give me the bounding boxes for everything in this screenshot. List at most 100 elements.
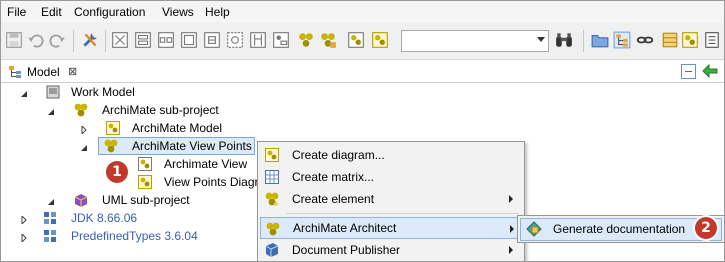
archimate-project-icon [73, 102, 89, 118]
menu-item-generate-documentation[interactable]: Generate documentation [520, 218, 722, 241]
view-tab-bar: Model ⊠ [1, 60, 724, 83]
archimate-tool-icon[interactable] [297, 31, 315, 49]
tree-node-label: Work Model [71, 85, 135, 99]
menu-item-document-publisher[interactable]: Document Publisher [260, 239, 521, 261]
generate-documentation-icon [526, 221, 542, 237]
minimize-icon[interactable] [681, 64, 696, 79]
uml-project-icon [73, 192, 89, 208]
table-tool-icon[interactable] [203, 31, 221, 49]
collapsed-triangle-icon[interactable] [20, 231, 28, 244]
tree-node-work-model[interactable]: Work Model [1, 83, 301, 101]
archimate-architect-icon [265, 221, 281, 237]
document-icon[interactable] [703, 31, 721, 49]
tree-node-label: ArchiMate View Points [132, 139, 252, 153]
tree-node-label: JDK 8.66.06 [71, 211, 138, 225]
component-tool-icon[interactable] [180, 31, 198, 49]
create-diagram-icon [264, 147, 280, 163]
tree-node-archimate-model[interactable]: ArchiMate Model [1, 119, 301, 137]
menu-item-label: Create matrix... [292, 170, 375, 184]
menu-help[interactable]: Help [205, 5, 230, 19]
menu-separator [286, 213, 519, 214]
sequence-tool-icon[interactable] [249, 31, 267, 49]
tree-node-archimate-subproject[interactable]: ArchiMate sub-project [1, 101, 301, 119]
class-tool-icon[interactable] [134, 31, 152, 49]
chevron-down-icon[interactable] [537, 37, 545, 42]
toolbar [1, 23, 724, 60]
work-model-icon [45, 84, 61, 100]
model-tree-icon [7, 64, 23, 80]
menu-file[interactable]: File [7, 5, 26, 19]
back-arrow-icon[interactable] [701, 63, 719, 79]
document-publisher-icon [264, 242, 280, 258]
menu-item-archimate-architect[interactable]: ArchiMate Architect [260, 217, 523, 239]
library-icon [42, 228, 58, 244]
tree-node-label: Archimate View [164, 157, 248, 171]
archimate-element-tool-icon[interactable] [319, 31, 337, 49]
tree-node-jdk[interactable]: JDK 8.66.06 [1, 209, 251, 227]
library-icon [42, 210, 58, 226]
archimate-view-icon [137, 156, 153, 172]
menu-item-create-element[interactable]: Create element [260, 188, 521, 210]
menu-edit[interactable]: Edit [41, 5, 62, 19]
collapsed-triangle-icon[interactable] [80, 123, 88, 136]
tree-node-label: UML sub-project [102, 193, 190, 207]
step-badge-1: 1 [106, 161, 128, 183]
search-combo[interactable] [401, 30, 549, 52]
tree-node-viewpoints-diagram[interactable]: View Points Diagr [1, 173, 259, 191]
tree-node-predefined-types[interactable]: PredefinedTypes 3.6.04 [1, 227, 251, 245]
menu-bar: File Edit Configuration Views Help [1, 1, 724, 23]
binoculars-icon[interactable] [555, 31, 573, 49]
archimate-model-icon [105, 120, 121, 136]
folder-icon[interactable] [591, 31, 609, 49]
menu-item-create-matrix[interactable]: Create matrix... [260, 166, 521, 188]
expanded-triangle-icon[interactable] [80, 141, 88, 151]
step-badge-2: 2 [695, 217, 717, 239]
archimate-viewpoints-icon [103, 138, 119, 154]
class-diagram-icon[interactable] [661, 31, 679, 49]
tree-node-label: View Points Diagr [164, 175, 259, 189]
tree-node-label: PredefinedTypes 3.6.04 [71, 229, 198, 243]
menu-item-label: Create diagram... [292, 148, 385, 162]
diagram-tool-icon[interactable] [111, 31, 129, 49]
menu-item-label: Document Publisher [292, 243, 401, 257]
package-tool-icon[interactable] [157, 31, 175, 49]
close-icon[interactable]: ⊠ [68, 65, 77, 78]
tools-icon[interactable] [81, 31, 99, 49]
matrix-tool-icon[interactable] [371, 31, 389, 49]
tree-node-label: ArchiMate sub-project [102, 103, 219, 117]
archimate-architect-submenu: Generate documentation [517, 215, 724, 243]
expanded-triangle-icon[interactable] [20, 87, 28, 97]
toolbar-separator [105, 30, 106, 52]
menu-views[interactable]: Views [162, 5, 194, 19]
menu-item-create-diagram[interactable]: Create diagram... [260, 144, 521, 166]
menu-configuration[interactable]: Configuration [74, 5, 145, 19]
save-icon[interactable] [5, 31, 23, 49]
submenu-arrow-icon [509, 195, 513, 203]
expanded-triangle-icon[interactable] [47, 195, 55, 205]
tree-node-uml-subproject[interactable]: UML sub-project [1, 191, 251, 209]
hierarchy-icon[interactable] [613, 31, 631, 49]
tab-model[interactable]: Model ⊠ [3, 62, 77, 82]
viewpoints-diagram-icon [137, 174, 153, 190]
chain-icon[interactable] [636, 31, 654, 49]
archimate-diagram-icon[interactable] [681, 31, 699, 49]
toolbar-separator [73, 30, 74, 52]
state-tool-icon[interactable] [226, 31, 244, 49]
create-element-icon [264, 191, 280, 207]
menu-item-label: Create element [292, 192, 375, 206]
view-tool-icon[interactable] [347, 31, 365, 49]
expanded-triangle-icon[interactable] [47, 105, 55, 115]
activity-tool-icon[interactable] [272, 31, 290, 49]
toolbar-separator [583, 30, 584, 52]
collapsed-triangle-icon[interactable] [20, 213, 28, 226]
tree-node-archimate-view[interactable]: Archimate View [1, 155, 261, 173]
undo-icon[interactable] [27, 31, 45, 49]
submenu-arrow-icon [510, 225, 514, 233]
context-menu: Create diagram... Create matrix... Creat… [257, 141, 525, 261]
create-matrix-icon [264, 169, 280, 185]
submenu-arrow-icon [509, 246, 513, 254]
menu-item-label: Generate documentation [553, 222, 686, 236]
tree-node-archimate-viewpoints[interactable]: ArchiMate View Points [1, 137, 301, 155]
application-window: File Edit Configuration Views Help Model… [0, 0, 725, 262]
redo-icon[interactable] [48, 31, 66, 49]
